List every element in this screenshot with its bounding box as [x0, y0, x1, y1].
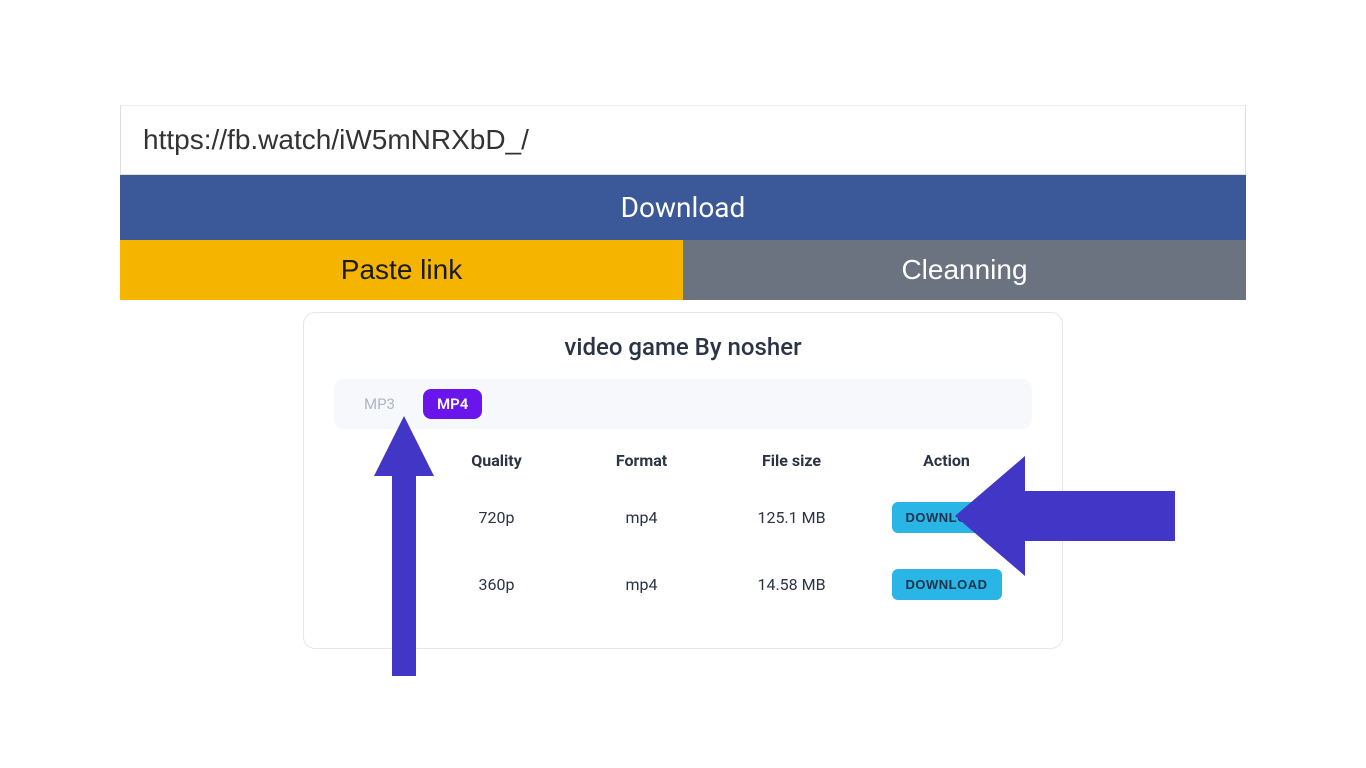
table-row: 720p mp4 125.1 MB DOWNLOAD: [424, 484, 1038, 551]
cleaning-button[interactable]: Cleanning: [683, 240, 1246, 300]
table-header: Quality Format File size Action: [424, 443, 1038, 484]
cell-file-size: 125.1 MB: [714, 508, 869, 527]
download-button[interactable]: Download: [120, 175, 1246, 240]
header-file-size: File size: [714, 451, 869, 470]
cell-file-size: 14.58 MB: [714, 575, 869, 594]
table-row: 360p mp4 14.58 MB DOWNLOAD: [424, 551, 1038, 618]
format-tabs: MP3 MP4: [334, 379, 1032, 429]
header-quality: Quality: [424, 451, 569, 470]
cell-action: DOWNLOAD: [869, 569, 1024, 600]
cell-quality: 360p: [424, 575, 569, 594]
video-title: video game By nosher: [334, 333, 1032, 361]
cell-format: mp4: [569, 508, 714, 527]
results-card: video game By nosher MP3 MP4 Quality For…: [303, 312, 1063, 649]
download-row-button[interactable]: DOWNLOAD: [892, 569, 1002, 600]
header-action: Action: [869, 451, 1024, 470]
header-format: Format: [569, 451, 714, 470]
download-table: Quality Format File size Action 720p mp4…: [424, 443, 1038, 618]
cell-quality: 720p: [424, 508, 569, 527]
cell-format: mp4: [569, 575, 714, 594]
tab-mp4[interactable]: MP4: [423, 389, 482, 419]
tab-mp3[interactable]: MP3: [350, 389, 409, 419]
download-row-button[interactable]: DOWNLOAD: [892, 502, 1002, 533]
cell-action: DOWNLOAD: [869, 502, 1024, 533]
paste-link-button[interactable]: Paste link: [120, 240, 683, 300]
url-input[interactable]: [120, 105, 1246, 175]
